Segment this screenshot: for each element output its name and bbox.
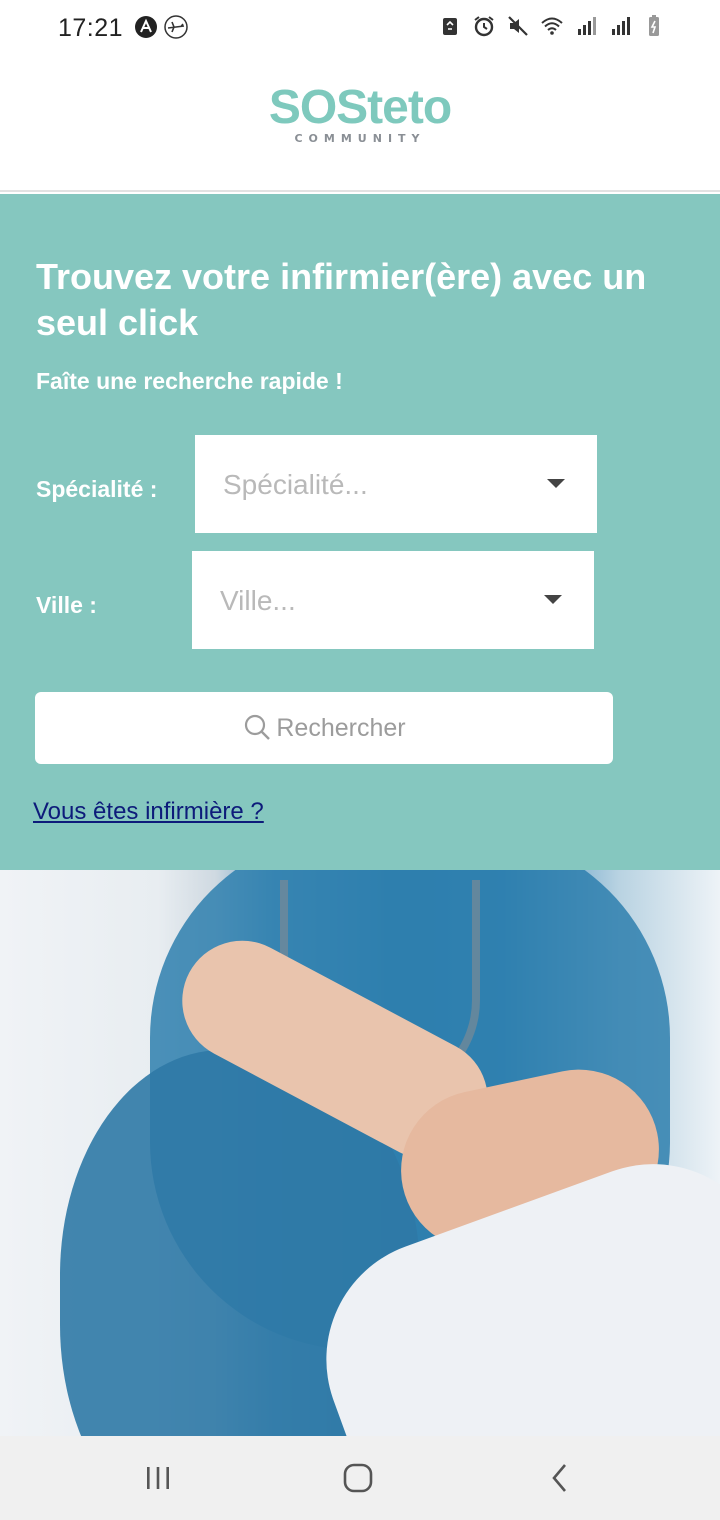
page-title: Trouvez votre infirmier(ère) avec un seu… <box>36 256 647 343</box>
signal-icon <box>578 17 596 35</box>
home-icon <box>343 1463 373 1493</box>
specialite-placeholder: Spécialité... <box>223 469 368 500</box>
mute-icon <box>508 16 528 36</box>
logo[interactable]: SOSteto COMMUNITY <box>0 81 720 146</box>
status-time: 17:21 <box>58 14 124 42</box>
nurse-signup-link[interactable]: Vous êtes infirmière ? <box>33 798 264 826</box>
search-button-label: Rechercher <box>276 713 406 742</box>
chevron-down-icon <box>544 595 562 604</box>
status-bar: 17:21 <box>0 0 720 58</box>
airplane-icon <box>164 15 188 39</box>
search-button[interactable]: Rechercher <box>35 692 613 764</box>
alarm-icon <box>474 16 494 37</box>
recent-apps-button[interactable] <box>138 1462 178 1494</box>
chevron-down-icon <box>547 479 565 488</box>
recycle-notification-icon <box>443 18 457 35</box>
back-button[interactable] <box>540 1462 580 1494</box>
ville-label: Ville : <box>36 592 97 618</box>
ville-select[interactable]: Ville... <box>192 551 594 649</box>
app-header: SOSteto COMMUNITY <box>0 58 720 192</box>
specialite-label: Spécialité : <box>36 476 158 502</box>
logo-sub: COMMUNITY <box>294 132 426 145</box>
signal-icon <box>612 17 630 35</box>
search-panel: Trouvez votre infirmier(ère) avec un seu… <box>0 194 720 870</box>
status-left-icons <box>134 15 188 39</box>
home-button[interactable] <box>338 1462 378 1494</box>
system-nav-bar <box>0 1436 720 1520</box>
page-subtitle: Faîte une recherche rapide ! <box>36 368 343 394</box>
status-right-icons <box>438 14 666 38</box>
recent-apps-icon <box>147 1467 169 1489</box>
battery-icon <box>649 15 659 36</box>
logo-main: SOSteto <box>268 81 452 134</box>
hero-image <box>0 870 720 1436</box>
search-icon <box>245 714 271 740</box>
app-a-icon <box>135 16 157 38</box>
ville-placeholder: Ville... <box>220 585 296 616</box>
back-icon <box>552 1464 566 1492</box>
specialite-select[interactable]: Spécialité... <box>195 435 597 533</box>
wifi-icon <box>541 17 563 35</box>
